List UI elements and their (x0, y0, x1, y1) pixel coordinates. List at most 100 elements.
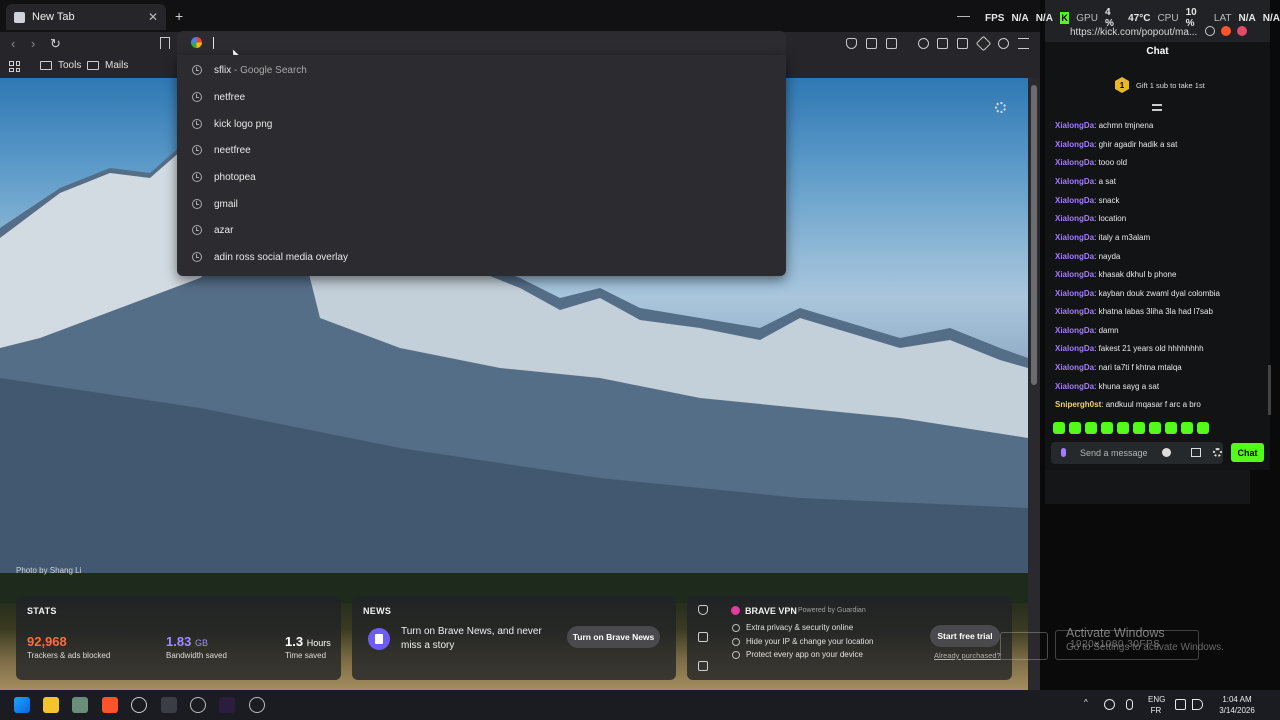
media-icon[interactable] (918, 38, 929, 49)
app-icon[interactable] (249, 697, 265, 713)
gpu-temp: 47°C (1128, 12, 1151, 24)
chat-scrollbar[interactable] (1268, 365, 1271, 415)
suggestion-item[interactable]: gmail (177, 191, 786, 217)
chat-username[interactable]: XialongDa (1055, 158, 1094, 167)
suggestion-item[interactable]: azar (177, 217, 786, 243)
photo-credit[interactable]: Photo by Shang Li (16, 566, 81, 575)
suggestion-item[interactable]: photopea (177, 164, 786, 190)
suggestion-item[interactable]: sflix - Google Search (177, 57, 786, 83)
emote-icon[interactable] (1053, 422, 1065, 434)
mic-icon[interactable] (1061, 448, 1066, 457)
brave-shields-icon[interactable] (846, 38, 857, 49)
tab-new-tab[interactable]: New Tab ✕ (6, 4, 166, 30)
history-icon (192, 119, 202, 129)
forward-button[interactable]: › (31, 36, 35, 51)
chat-username[interactable]: XialongDa (1055, 214, 1094, 223)
trackers-value: 92,968 (27, 634, 67, 649)
emote-icon[interactable] (1181, 422, 1193, 434)
chat-username[interactable]: XialongDa (1055, 177, 1094, 186)
clock[interactable]: 1:04 AM 3/14/2026 (1212, 694, 1262, 716)
emote-icon[interactable] (1165, 422, 1177, 434)
sync-icon[interactable] (1104, 699, 1115, 710)
emote-icon[interactable] (1085, 422, 1097, 434)
suggestion-item[interactable]: netfree (177, 84, 786, 110)
vpn-logo-icon (731, 606, 740, 615)
customize-gear-icon[interactable] (995, 102, 1006, 113)
chat-username[interactable]: XialongDa (1055, 140, 1094, 149)
gift-icon[interactable] (1191, 448, 1201, 457)
omnibox-suggestions: sflix - Google Search netfree kick logo … (177, 55, 786, 276)
suggestion-item[interactable]: adin ross social media overlay (177, 244, 786, 270)
bookmark-folder-tools[interactable]: Tools (40, 60, 81, 71)
chat-username[interactable]: XialongDa (1055, 252, 1094, 261)
already-purchased-link[interactable]: Already purchased? (934, 651, 1001, 660)
chat-username[interactable]: XialongDa (1055, 344, 1094, 353)
bookmark-icon[interactable] (160, 37, 170, 49)
app-icon[interactable] (72, 697, 88, 713)
chat-settings-icon[interactable] (1213, 448, 1222, 457)
brave-browser-icon[interactable] (102, 697, 118, 713)
extensions-icon[interactable] (866, 38, 877, 49)
sub-gift-banner[interactable]: 1 Gift 1 sub to take 1st (1115, 77, 1205, 93)
app-icon[interactable] (161, 697, 177, 713)
emote-icon[interactable] (1101, 422, 1113, 434)
chat-username[interactable]: Snipergh0st (1055, 400, 1101, 409)
emote-icon[interactable] (1133, 422, 1145, 434)
news-text: Turn on Brave News, and never miss a sto… (401, 626, 542, 651)
file-explorer-icon[interactable] (43, 697, 59, 713)
minimize-button[interactable]: — (957, 8, 970, 23)
screenshot-icon[interactable] (886, 38, 897, 49)
popout-url[interactable]: https://kick.com/popout/ma... (1070, 27, 1197, 38)
language-indicator[interactable]: ENG FR (1148, 694, 1165, 716)
chat-username[interactable]: XialongDa (1055, 363, 1094, 372)
chat-username[interactable]: XialongDa (1055, 196, 1094, 205)
send-chat-button[interactable]: Chat (1231, 443, 1264, 462)
reload-button[interactable]: ↻ (50, 36, 61, 52)
start-button-icon[interactable] (14, 697, 30, 713)
wallet-icon[interactable] (957, 38, 968, 49)
microphone-icon[interactable] (1126, 699, 1133, 710)
app-icon[interactable] (190, 697, 206, 713)
network-icon[interactable] (1175, 699, 1186, 710)
shield-icon[interactable] (698, 605, 708, 615)
turn-on-news-button[interactable]: Turn on Brave News (567, 626, 660, 648)
vpn-icon[interactable] (998, 38, 1009, 49)
emote-icon[interactable] (1069, 422, 1081, 434)
emoji-icon[interactable] (1162, 448, 1171, 457)
new-tab-button[interactable]: + (175, 8, 183, 24)
sidebar-icon[interactable] (937, 38, 948, 49)
bandwidth-label: Bandwidth saved (166, 651, 227, 660)
volume-icon[interactable] (1192, 699, 1203, 710)
chat-username[interactable]: XialongDa (1055, 307, 1094, 316)
obs-icon[interactable] (131, 697, 147, 713)
pinned-icon[interactable] (1152, 104, 1162, 111)
scrollbar-thumb[interactable] (1031, 85, 1037, 385)
suggestion-item[interactable]: neetfree (177, 137, 786, 163)
emote-icon[interactable] (1117, 422, 1129, 434)
chat-username[interactable]: XialongDa (1055, 121, 1094, 130)
chat-username[interactable]: XialongDa (1055, 289, 1094, 298)
vpn-feature: Hide your IP & change your location (732, 637, 873, 646)
start-free-trial-button[interactable]: Start free trial (930, 625, 1000, 647)
app-icon[interactable] (219, 697, 235, 713)
video-icon[interactable] (698, 661, 708, 671)
chat-username[interactable]: XialongDa (1055, 382, 1094, 391)
chat-message: XialongDa: a sat (1055, 177, 1116, 186)
tray-overflow-icon[interactable]: ^ (1084, 698, 1088, 707)
kick-chat-popout: https://kick.com/popout/ma... Chat 1 Gif… (1045, 0, 1270, 470)
news-title: NEWS (363, 606, 392, 616)
menu-icon[interactable] (1018, 38, 1029, 49)
chat-username[interactable]: XialongDa (1055, 233, 1094, 242)
address-bar[interactable] (177, 31, 786, 55)
emote-icon[interactable] (1197, 422, 1209, 434)
emote-icon[interactable] (1149, 422, 1161, 434)
tab-close-icon[interactable]: ✕ (148, 10, 158, 24)
back-button[interactable]: ‹ (11, 36, 15, 51)
apps-grid-icon[interactable] (9, 61, 20, 72)
suggestion-item[interactable]: kick logo png (177, 111, 786, 137)
warning-icon[interactable] (698, 632, 708, 642)
chat-username[interactable]: XialongDa (1055, 270, 1094, 279)
bookmark-folder-mails[interactable]: Mails (87, 60, 128, 71)
chat-message: XialongDa: tooo old (1055, 158, 1128, 167)
chat-username[interactable]: XialongDa (1055, 326, 1094, 335)
